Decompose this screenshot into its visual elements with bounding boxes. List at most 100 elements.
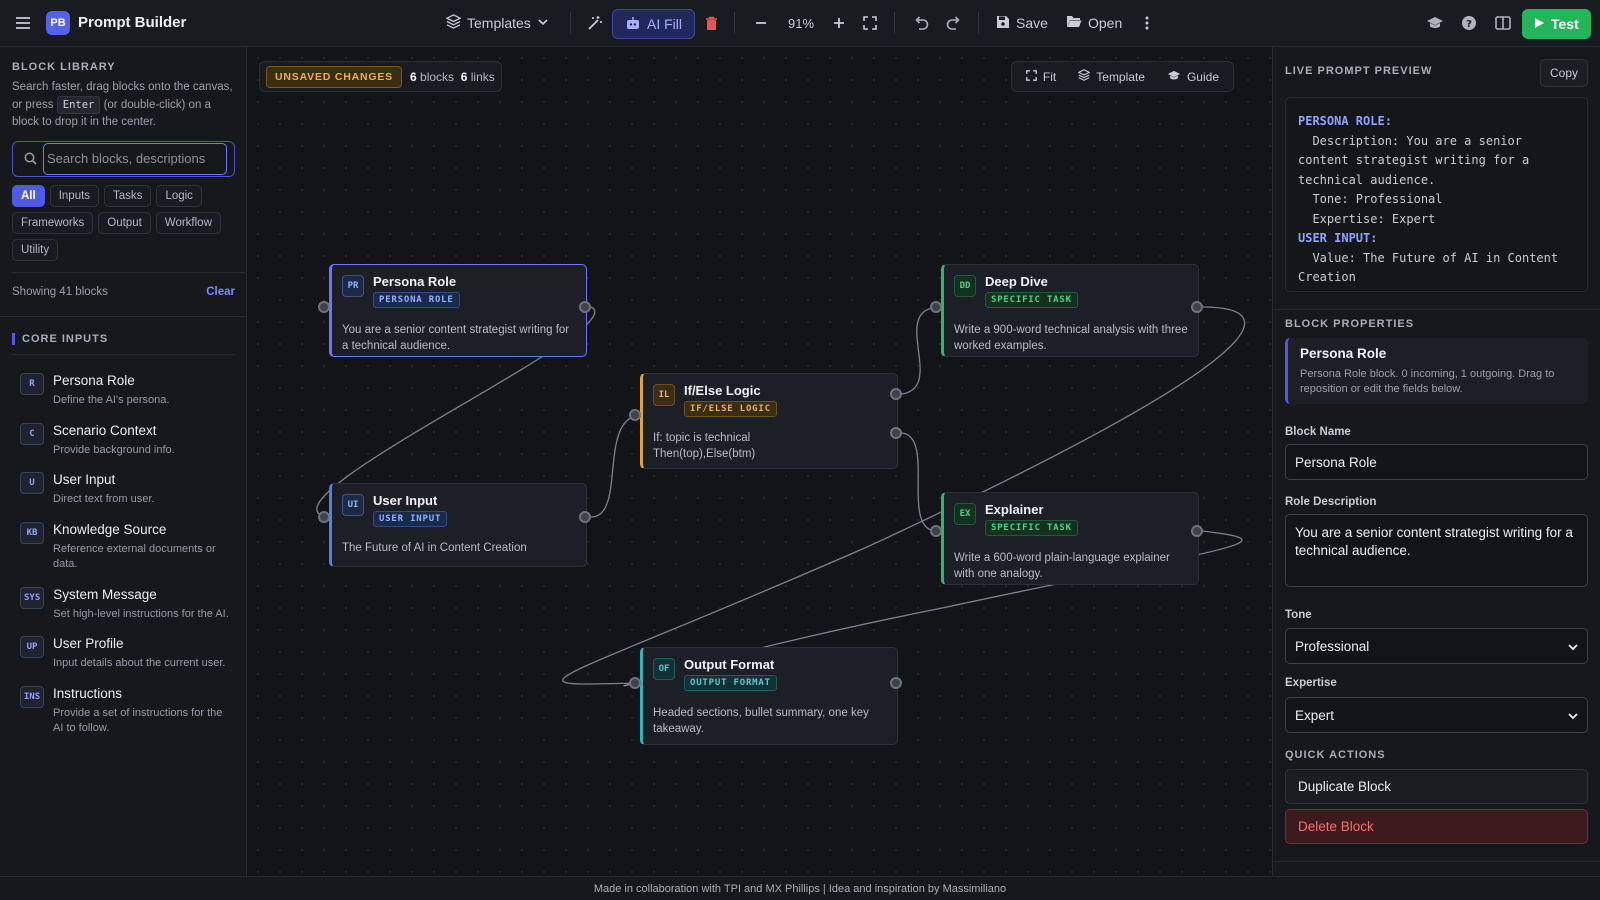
- library-item[interactable]: UP User Profile Input details about the cu…: [20, 636, 232, 672]
- library-item-desc: Direct text from user.: [53, 493, 155, 505]
- node-desc: You are a senior content strategist writ…: [342, 324, 570, 352]
- fullscreen-icon[interactable]: [855, 8, 885, 38]
- play-icon: [1534, 16, 1545, 32]
- library-item-desc: Input details about the current user.: [53, 657, 226, 669]
- redo-icon[interactable]: [938, 8, 968, 38]
- node-user-input[interactable]: UI User Input USER INPUT The Future of A…: [329, 483, 587, 567]
- node-tag: SPECIFIC TASK: [985, 520, 1078, 536]
- app-logo: PB: [46, 11, 70, 35]
- output-port-top[interactable]: [890, 388, 902, 400]
- node-ifelse-logic[interactable]: IL If/Else Logic IF/ELSE LOGIC If: topic…: [640, 373, 898, 469]
- filter-chip-frameworks[interactable]: Frameworks: [12, 211, 94, 234]
- library-title: BLOCK LIBRARY: [12, 61, 116, 73]
- layers-icon: [445, 14, 462, 32]
- node-deep-dive[interactable]: DD Deep Dive SPECIFIC TASK Write a 900-w…: [941, 264, 1199, 357]
- copy-button[interactable]: Copy: [1539, 59, 1588, 87]
- library-item[interactable]: SYS System Message Set high-level instruct…: [20, 586, 232, 623]
- node-title: Output Format: [684, 657, 775, 672]
- input-port[interactable]: [629, 677, 641, 689]
- node-title: User Input: [373, 493, 438, 508]
- save-icon: [996, 15, 1010, 32]
- node-output-format[interactable]: OF Output Format OUTPUT FORMAT Headed se…: [640, 647, 898, 745]
- library-item[interactable]: U User Input Direct text from user.: [20, 472, 232, 508]
- quick-actions-title: QUICK ACTIONS: [1285, 749, 1386, 761]
- library-item-badge: U: [20, 472, 44, 494]
- node-explainer[interactable]: EX Explainer SPECIFIC TASK Write a 600-w…: [941, 492, 1199, 585]
- trash-icon[interactable]: [696, 8, 726, 38]
- open-button[interactable]: Open: [1058, 8, 1130, 38]
- output-port[interactable]: [579, 511, 591, 523]
- undo-icon[interactable]: [906, 8, 936, 38]
- output-port[interactable]: [1191, 301, 1203, 313]
- library-item-badge: C: [20, 422, 44, 445]
- ai-fill-button[interactable]: AI Fill: [612, 9, 695, 39]
- app-title: Prompt Builder: [78, 14, 187, 31]
- filter-chip-utility[interactable]: Utility: [12, 238, 59, 261]
- filter-chip-output[interactable]: Output: [98, 211, 151, 234]
- node-badge: EX: [954, 503, 976, 525]
- expertise-label: Expertise: [1285, 677, 1337, 689]
- save-button[interactable]: Save: [988, 8, 1056, 38]
- help-icon[interactable]: ?: [1454, 8, 1484, 38]
- plus-icon[interactable]: [824, 8, 854, 38]
- section-core-inputs: CORE INPUTS: [12, 333, 108, 345]
- chevron-down-icon: [537, 15, 549, 31]
- input-port[interactable]: [930, 525, 942, 537]
- output-port-bottom[interactable]: [890, 427, 902, 439]
- input-port[interactable]: [318, 301, 330, 313]
- library-item[interactable]: C Scenario Context Provide background info…: [20, 422, 232, 459]
- flow-canvas[interactable]: UNSAVED CHANGES 6 blocks 6 links Fit Tem…: [247, 47, 1272, 876]
- node-title: Persona Role: [373, 274, 457, 289]
- node-desc: Headed sections, bullet summary, one key…: [653, 707, 869, 735]
- preview-line: USER INPUT:: [1298, 231, 1378, 245]
- filter-chip-all[interactable]: All: [12, 184, 45, 207]
- tone-select[interactable]: Professional: [1285, 628, 1588, 664]
- layout-icon[interactable]: [1488, 8, 1518, 38]
- test-button[interactable]: Test: [1522, 9, 1591, 39]
- output-port[interactable]: [579, 301, 591, 313]
- filter-chip-tasks[interactable]: Tasks: [104, 184, 152, 207]
- input-port[interactable]: [629, 409, 641, 421]
- library-item-title: Persona Role: [53, 373, 135, 388]
- output-port[interactable]: [1191, 525, 1203, 537]
- magic-wand-icon[interactable]: [580, 8, 610, 38]
- duplicate-block-button[interactable]: Duplicate Block: [1285, 769, 1588, 804]
- chevron-down-icon: [1568, 708, 1578, 723]
- input-port[interactable]: [930, 301, 942, 313]
- zoom-level: 91%: [788, 16, 815, 31]
- node-title: Explainer: [985, 502, 1044, 517]
- divider: [734, 12, 735, 34]
- library-item-badge: KB: [20, 521, 44, 544]
- node-persona-role[interactable]: PR Persona Role PERSONA ROLE You are a s…: [329, 264, 587, 357]
- search-input[interactable]: [43, 142, 227, 175]
- clear-button[interactable]: Clear: [206, 286, 235, 298]
- preview-line: IF/ELSE LOGIC:: [1298, 288, 1575, 292]
- filter-chip-workflow[interactable]: Workflow: [155, 211, 221, 234]
- input-port[interactable]: [318, 511, 330, 523]
- preview-title: LIVE PROMPT PREVIEW: [1285, 65, 1433, 77]
- filter-chip-inputs[interactable]: Inputs: [49, 184, 100, 207]
- library-item-title: User Input: [53, 472, 116, 487]
- library-item[interactable]: R Persona Role Define the AI's persona.: [20, 373, 232, 409]
- templates-dropdown[interactable]: Templates: [438, 8, 557, 38]
- filter-chip-logic[interactable]: Logic: [156, 184, 202, 207]
- menu-icon[interactable]: [8, 8, 38, 38]
- node-tag: OUTPUT FORMAT: [684, 675, 777, 691]
- node-badge: UI: [342, 494, 364, 516]
- preview-line: Expertise: Expert: [1298, 211, 1436, 226]
- role-description-label: Role Description: [1285, 496, 1377, 508]
- block-name-input[interactable]: [1285, 444, 1588, 480]
- delete-block-button[interactable]: Delete Block: [1285, 809, 1588, 844]
- graduation-cap-icon[interactable]: [1420, 8, 1450, 38]
- properties-title: BLOCK PROPERTIES: [1285, 318, 1415, 330]
- divider: [0, 316, 246, 317]
- output-port[interactable]: [890, 677, 902, 689]
- minus-icon[interactable]: [746, 8, 776, 38]
- library-item[interactable]: INS Instructions Provide a set of instruct…: [20, 685, 232, 737]
- open-label: Open: [1088, 15, 1123, 31]
- expertise-select[interactable]: Expert: [1285, 697, 1588, 733]
- role-description-textarea[interactable]: You are a senior content strategist writ…: [1285, 514, 1588, 587]
- library-item-title: User Profile: [53, 636, 124, 651]
- more-vertical-icon[interactable]: [1132, 8, 1162, 38]
- library-item[interactable]: KB Knowledge Source Reference external doc…: [20, 521, 232, 573]
